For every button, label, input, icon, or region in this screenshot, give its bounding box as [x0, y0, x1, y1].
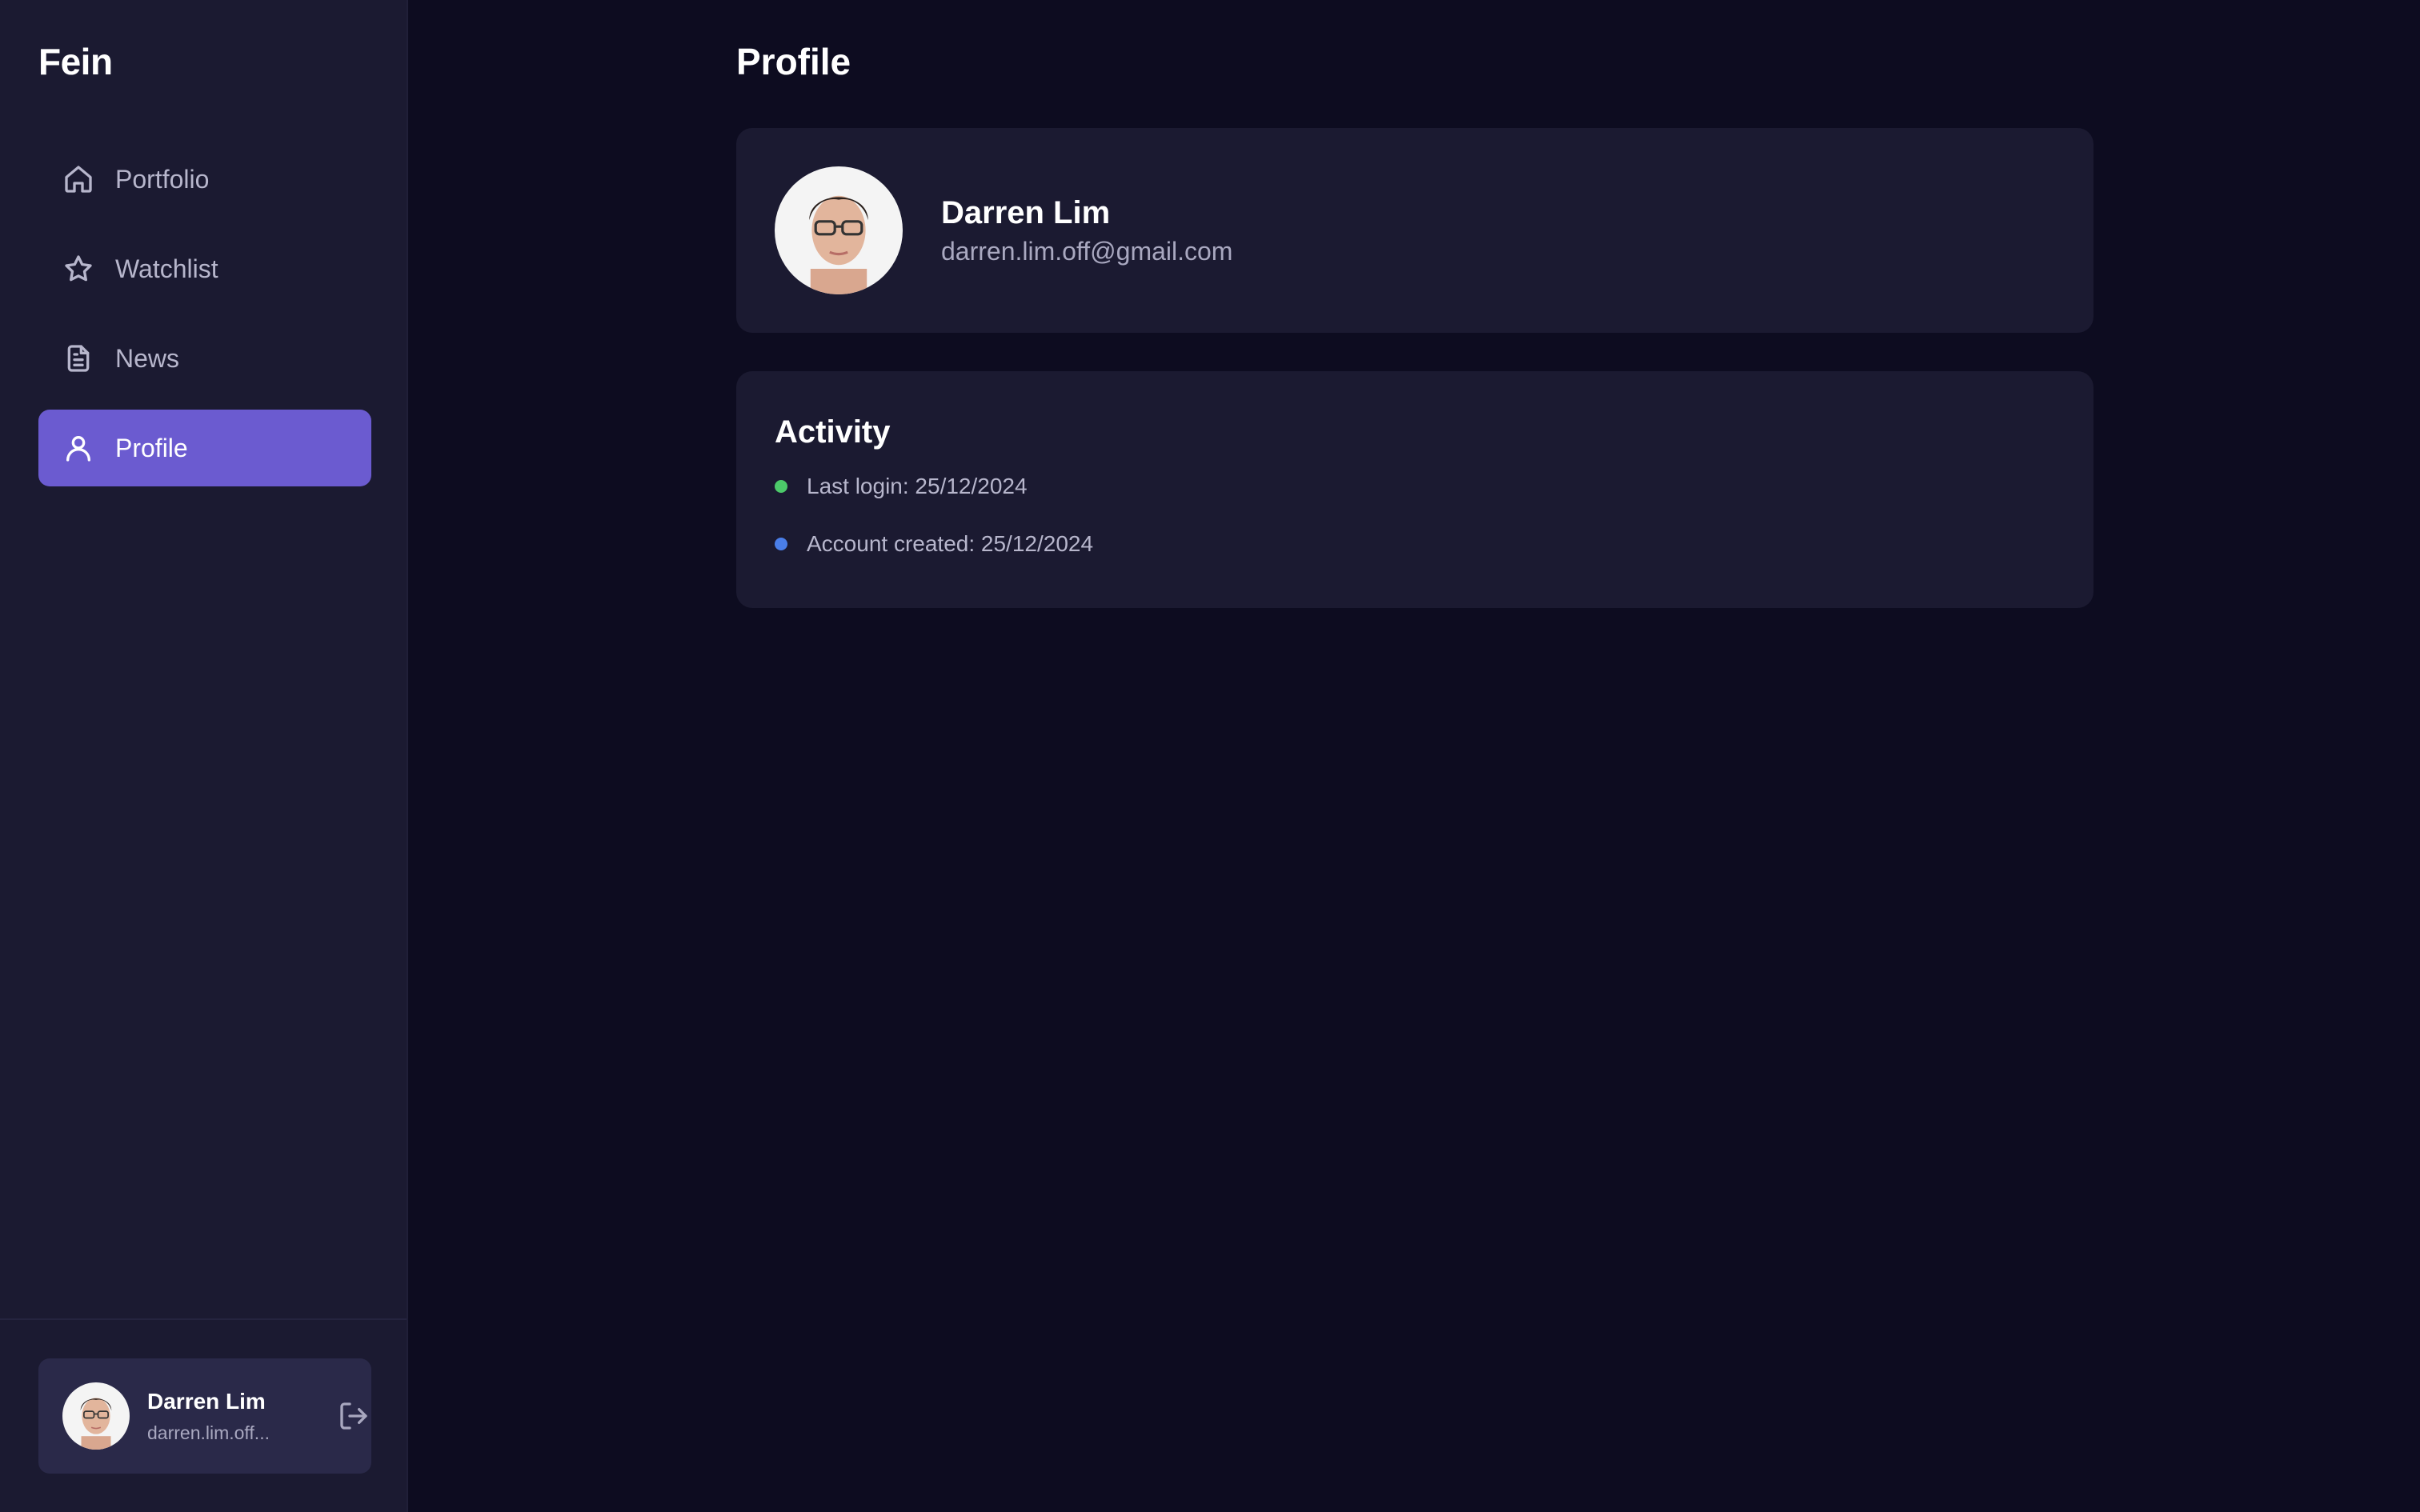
sidebar-item-label: Watchlist: [115, 254, 218, 283]
user-card: Darren Lim darren.lim.off...: [38, 1358, 371, 1474]
status-dot-green: [775, 480, 787, 493]
sidebar-item-news[interactable]: News: [38, 320, 371, 397]
activity-card: Activity Last login: 25/12/2024 Account …: [736, 371, 2093, 608]
activity-item-text: Account created: 25/12/2024: [807, 531, 1094, 556]
activity-item-last-login: Last login: 25/12/2024: [775, 474, 1028, 499]
sidebar-item-label: News: [115, 343, 180, 373]
user-icon: [62, 432, 94, 464]
sidebar-divider: [0, 1318, 407, 1320]
sidebar-item-watchlist[interactable]: Watchlist: [38, 230, 371, 307]
avatar: [775, 166, 903, 294]
status-dot-blue: [775, 538, 787, 550]
page-title: Profile: [736, 41, 851, 82]
user-name: Darren Lim: [147, 1389, 266, 1414]
document-icon: [62, 342, 94, 374]
user-email: darren.lim.off...: [147, 1422, 270, 1443]
activity-item-account-created: Account created: 25/12/2024: [775, 531, 1093, 557]
home-icon: [62, 163, 94, 195]
logout-button[interactable]: [336, 1398, 371, 1434]
star-icon: [62, 253, 94, 285]
sidebar-item-profile[interactable]: Profile: [38, 410, 371, 486]
sidebar: Fein Portfolio Watchlist News Profile Da…: [0, 0, 408, 1512]
activity-item-text: Last login: 25/12/2024: [807, 474, 1028, 498]
app-root: Fein Portfolio Watchlist News Profile Da…: [0, 0, 2420, 1512]
logout-icon: [338, 1400, 370, 1432]
sidebar-item-portfolio[interactable]: Portfolio: [38, 141, 371, 218]
profile-card: Darren Lim darren.lim.off@gmail.com: [736, 128, 2093, 333]
sidebar-nav: Portfolio Watchlist News Profile: [38, 141, 371, 499]
sidebar-item-label: Profile: [115, 433, 188, 462]
activity-title: Activity: [775, 414, 891, 450]
brand-logo[interactable]: Fein: [38, 40, 113, 83]
sidebar-item-label: Portfolio: [115, 164, 210, 194]
avatar: [62, 1382, 130, 1450]
profile-email: darren.lim.off@gmail.com: [941, 237, 1233, 266]
profile-name: Darren Lim: [941, 195, 1111, 230]
